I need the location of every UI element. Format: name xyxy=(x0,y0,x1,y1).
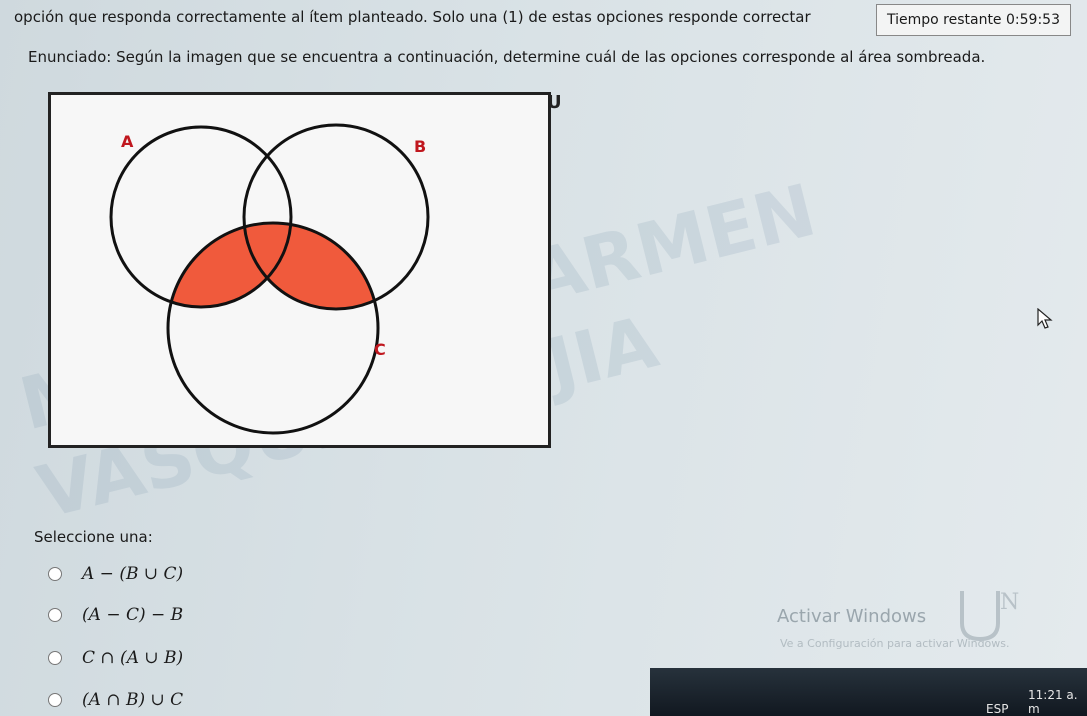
radio-option-3[interactable] xyxy=(48,651,62,665)
venn-svg: A B C xyxy=(109,123,430,435)
radio-option-1[interactable] xyxy=(48,567,62,581)
select-prompt: Seleccione una: xyxy=(34,528,153,546)
answer-option-3[interactable]: C ∩ (A ∪ B) xyxy=(48,646,183,670)
taskbar-clock[interactable]: 11:21 a. m xyxy=(1028,688,1087,716)
answer-option-4[interactable]: (A ∩ B) ∪ C xyxy=(48,688,183,712)
question-statement: Enunciado: Según la imagen que se encuen… xyxy=(28,48,986,66)
venn-diagram: A B C xyxy=(48,92,551,448)
instruction-text: opción que responda correctamente al íte… xyxy=(14,8,811,26)
taskbar-language[interactable]: ESP xyxy=(986,702,1008,716)
unad-logo-icon: N xyxy=(960,590,1019,642)
option-1-text: A − (B ∪ C) xyxy=(82,564,184,584)
taskbar: ESP 11:21 a. m xyxy=(650,668,1087,716)
label-universe: U xyxy=(547,92,562,113)
label-b: B xyxy=(414,137,426,156)
label-c: C xyxy=(374,340,386,359)
answer-option-1[interactable]: A − (B ∪ C) xyxy=(48,562,183,586)
timer-value: 0:59:53 xyxy=(1006,12,1060,28)
option-4-text: (A ∩ B) ∪ C xyxy=(82,690,184,710)
option-3-text: C ∩ (A ∪ B) xyxy=(82,648,184,668)
option-2-text: (A − C) − B xyxy=(82,605,184,625)
answer-option-2[interactable]: (A − C) − B xyxy=(48,603,183,627)
mouse-pointer-icon xyxy=(1037,308,1053,329)
radio-option-2[interactable] xyxy=(48,608,62,622)
radio-option-4[interactable] xyxy=(48,693,62,707)
timer-panel: Tiempo restante 0:59:53 xyxy=(876,4,1071,36)
label-a: A xyxy=(121,132,134,151)
svg-text:N: N xyxy=(1000,590,1019,615)
activate-windows-title: Activar Windows xyxy=(777,606,927,627)
timer-label: Tiempo restante xyxy=(886,12,1002,28)
